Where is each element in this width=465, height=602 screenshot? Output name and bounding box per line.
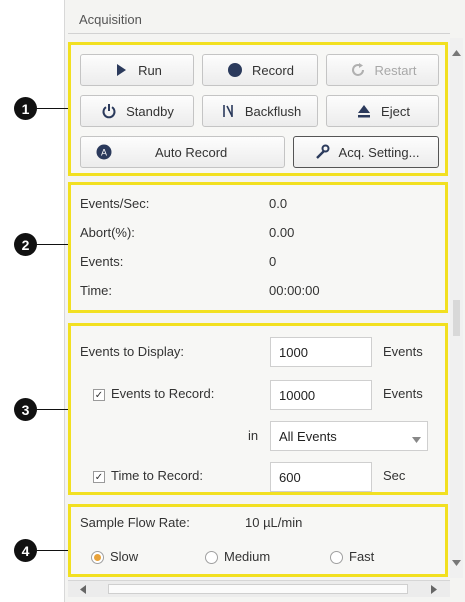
acquisition-stats-section: Events/Sec: 0.0 Abort(%): 0.00 Events: 0… bbox=[68, 182, 448, 313]
vertical-scroll-thumb[interactable] bbox=[453, 300, 460, 336]
eject-button[interactable]: Eject bbox=[326, 95, 439, 127]
auto-record-label: Auto Record bbox=[155, 144, 228, 160]
time-to-record-unit: Sec bbox=[383, 468, 406, 483]
events-to-record-field[interactable]: 10000 bbox=[270, 380, 372, 410]
flow-medium-radio[interactable] bbox=[205, 551, 218, 564]
flow-slow-label: Slow bbox=[110, 549, 139, 564]
callout-3: 3 bbox=[14, 398, 37, 421]
eject-label: Eject bbox=[381, 103, 410, 119]
events-to-display-label: Events to Display: bbox=[80, 344, 185, 359]
auto-record-button[interactable]: A Auto Record bbox=[80, 136, 285, 168]
standby-button[interactable]: Standby bbox=[80, 95, 194, 127]
acquisition-controls-section: Run Record Restart Standby Backflush Eje… bbox=[68, 42, 448, 176]
horizontal-scrollbar[interactable] bbox=[68, 580, 450, 597]
backflush-button[interactable]: Backflush bbox=[202, 95, 318, 127]
record-label: Record bbox=[252, 62, 294, 78]
eject-icon bbox=[355, 102, 373, 120]
flow-fast-label: Fast bbox=[349, 549, 375, 564]
events-to-display-unit: Events bbox=[383, 344, 423, 359]
wrench-icon bbox=[313, 143, 331, 161]
flow-rate-value: 10 µL/min bbox=[245, 515, 303, 530]
dropdown-arrow-icon[interactable] bbox=[412, 431, 421, 446]
record-gate-selected: All Events bbox=[279, 428, 337, 444]
events-to-record-label: Events to Record: bbox=[111, 386, 215, 401]
run-label: Run bbox=[138, 62, 162, 78]
flow-slow-radio[interactable] bbox=[91, 551, 104, 564]
flow-rate-section: Sample Flow Rate: 10 µL/min Slow Medium … bbox=[68, 504, 448, 577]
title-divider bbox=[68, 33, 450, 34]
scroll-right-icon[interactable] bbox=[431, 585, 437, 594]
in-label: in bbox=[248, 428, 259, 443]
time-label: Time: bbox=[80, 283, 113, 298]
record-button[interactable]: Record bbox=[202, 54, 318, 86]
flow-rate-label: Sample Flow Rate: bbox=[80, 515, 190, 530]
callout-2: 2 bbox=[14, 233, 37, 256]
events-to-display-field[interactable]: 1000 bbox=[270, 337, 372, 367]
play-icon bbox=[112, 61, 130, 79]
record-gate-select[interactable]: All Events bbox=[270, 421, 428, 451]
vertical-scrollbar[interactable] bbox=[450, 38, 463, 578]
events-to-record-unit: Events bbox=[383, 386, 423, 401]
events-per-sec-value: 0.0 bbox=[269, 196, 288, 211]
callout-4-leader bbox=[37, 550, 68, 551]
backflush-label: Backflush bbox=[244, 103, 302, 119]
events-label: Events: bbox=[80, 254, 124, 269]
abort-percent-label: Abort(%): bbox=[80, 225, 135, 240]
scroll-down-icon[interactable] bbox=[452, 560, 461, 566]
acq-setting-label: Acq. Setting... bbox=[338, 144, 420, 160]
restart-icon bbox=[349, 61, 367, 79]
scroll-up-icon[interactable] bbox=[452, 50, 461, 56]
callout-1: 1 bbox=[14, 97, 37, 120]
events-per-sec-label: Events/Sec: bbox=[80, 196, 150, 211]
restart-button[interactable]: Restart bbox=[326, 54, 439, 86]
record-dot-icon bbox=[226, 61, 244, 79]
standby-label: Standby bbox=[126, 103, 174, 119]
time-to-record-label: Time to Record: bbox=[111, 468, 203, 483]
backflush-icon bbox=[219, 102, 237, 120]
events-to-record-checkbox[interactable]: ✓ bbox=[93, 389, 105, 401]
abort-percent-value: 0.00 bbox=[269, 225, 295, 240]
callout-2-leader bbox=[37, 244, 68, 245]
horizontal-scroll-thumb[interactable] bbox=[108, 584, 408, 594]
callout-3-leader bbox=[37, 409, 68, 410]
events-value: 0 bbox=[269, 254, 277, 269]
power-icon bbox=[100, 102, 118, 120]
time-to-record-checkbox[interactable]: ✓ bbox=[93, 471, 105, 483]
callout-1-leader bbox=[37, 108, 68, 109]
run-button[interactable]: Run bbox=[80, 54, 194, 86]
recording-settings-section: Events to Display: 1000 Events ✓ Events … bbox=[68, 323, 448, 495]
svg-text:A: A bbox=[101, 148, 107, 158]
callout-4: 4 bbox=[14, 539, 37, 562]
flow-medium-label: Medium bbox=[224, 549, 271, 564]
scroll-left-icon[interactable] bbox=[80, 585, 86, 594]
restart-label: Restart bbox=[374, 62, 417, 78]
acq-setting-button[interactable]: Acq. Setting... bbox=[293, 136, 439, 168]
panel-title: Acquisition bbox=[79, 12, 142, 27]
auto-record-icon: A bbox=[95, 143, 113, 161]
time-to-record-field[interactable]: 600 bbox=[270, 462, 372, 492]
time-value: 00:00:00 bbox=[269, 283, 320, 298]
flow-fast-radio[interactable] bbox=[330, 551, 343, 564]
